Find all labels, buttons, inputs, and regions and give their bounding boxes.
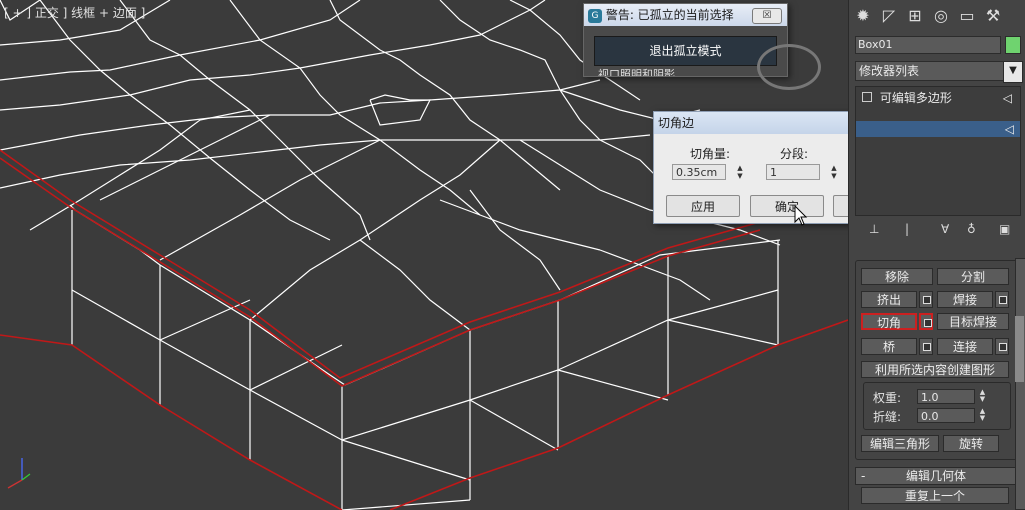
extrude-settings-icon[interactable] [919, 291, 933, 308]
apply-button[interactable]: 应用 [666, 195, 740, 217]
hierarchy-tab-icon[interactable]: ⊞ [905, 6, 925, 26]
connect-button[interactable]: 连接 [937, 338, 993, 355]
modifier-list-dropdown[interactable]: 修改器列表 [855, 61, 1016, 81]
edit-edges-rollout [855, 260, 1021, 460]
chamfer-title: 切角边 [658, 116, 695, 130]
expand-icon[interactable] [862, 92, 872, 102]
warning-title: 警告: 已孤立的当前选择 [605, 8, 734, 22]
create-tab-gear-icon[interactable]: ✹ [853, 6, 873, 26]
warning-close-button[interactable]: ☒ [752, 8, 782, 24]
split-button[interactable]: 分割 [937, 268, 1009, 285]
segments-label: 分段: [780, 147, 809, 161]
chamfer-settings-icon[interactable] [919, 313, 933, 330]
configure-sets-icon[interactable]: ▣ [999, 222, 1010, 236]
chamfer-amount-spinner[interactable]: ▲ ▼ [735, 164, 745, 180]
chamfer-amount-label: 切角量: [690, 147, 731, 161]
chevron-down-icon[interactable]: ▼ [1003, 61, 1023, 83]
modifier-stack[interactable]: 可编辑多边形 ◁ ◁ [855, 86, 1021, 216]
triangle-icon: ◁ [1002, 91, 1012, 105]
stack-item-editable-poly[interactable]: 可编辑多边形 ◁ [858, 89, 1018, 107]
weight-spinner[interactable]: ▲ ▼ [978, 389, 987, 404]
bridge-button[interactable]: 桥 [861, 338, 917, 355]
segments-spinner[interactable]: ▲ ▼ [829, 164, 839, 180]
warning-app-icon: G [588, 8, 602, 23]
crease-input[interactable]: 0.0 [917, 408, 975, 423]
viewcube-ring-icon [757, 44, 821, 90]
repeat-last-button[interactable]: 重复上一个 [861, 487, 1009, 504]
panel-scrollbar[interactable] [1015, 258, 1025, 510]
display-tab-icon[interactable]: ▭ [957, 6, 977, 26]
extrude-button[interactable]: 挤出 [861, 291, 917, 308]
weight-input[interactable]: 1.0 [917, 389, 975, 404]
crease-spinner[interactable]: ▲ ▼ [978, 408, 987, 423]
exit-isolation-button[interactable]: 退出孤立模式 [594, 36, 777, 66]
make-unique-icon[interactable]: ∀ [941, 222, 949, 236]
mouse-cursor-icon [794, 205, 808, 226]
triangle-icon: ◁ [1004, 122, 1014, 136]
command-panel: ✹ ◸ ⊞ ◎ ▭ ⚒ Box01 修改器列表 ▼ 可编辑多边形 ◁ ◁ ⊥ |… [848, 0, 1025, 510]
ok-button[interactable]: 确定 [750, 195, 824, 217]
remove-modifier-icon[interactable]: ♁ [967, 222, 976, 236]
chamfer-amount-input[interactable]: 0.35cm [672, 164, 726, 180]
stack-item-label: 可编辑多边形 [879, 91, 952, 105]
rollout-toggle: - [861, 469, 866, 483]
viewport-label[interactable]: [ + ] 正交 ] 线框 + 边面 ] [4, 4, 145, 21]
motion-tab-icon[interactable]: ◎ [931, 6, 951, 26]
create-shape-button[interactable]: 利用所选内容创建图形 [861, 361, 1009, 378]
show-end-result-icon[interactable]: | [905, 222, 909, 236]
edit-geometry-rollout-header[interactable]: - 编辑几何体 [855, 467, 1017, 485]
turn-button[interactable]: 旋转 [943, 435, 999, 452]
lighting-shadow-label: 视口照明和阴影 [598, 68, 675, 76]
remove-button[interactable]: 移除 [861, 268, 933, 285]
bridge-settings-icon[interactable] [919, 338, 933, 355]
panel-scrollbar-thumb[interactable] [1015, 316, 1024, 382]
stack-item-edge-selected[interactable]: ◁ [856, 121, 1020, 137]
weld-settings-icon[interactable] [995, 291, 1009, 308]
edit-geometry-label: 编辑几何体 [906, 469, 967, 483]
crease-label: 折缝: [873, 410, 902, 424]
weld-button[interactable]: 焊接 [937, 291, 993, 308]
chamfer-button[interactable]: 切角 [861, 313, 917, 330]
weight-label: 权重: [873, 391, 902, 405]
stack-toolbar: ⊥ | ∀ ♁ ▣ [859, 222, 1019, 238]
object-color-swatch[interactable] [1005, 36, 1021, 54]
target-weld-button[interactable]: 目标焊接 [937, 313, 1009, 330]
segments-input[interactable]: 1 [766, 164, 820, 180]
edit-triangulation-button[interactable]: 编辑三角形 [861, 435, 939, 452]
modify-tab-icon[interactable]: ◸ [879, 6, 899, 26]
utilities-tab-hammer-icon[interactable]: ⚒ [983, 6, 1003, 26]
connect-settings-icon[interactable] [995, 338, 1009, 355]
object-name-field[interactable]: Box01 [855, 36, 1001, 54]
pin-stack-icon[interactable]: ⊥ [869, 222, 879, 236]
